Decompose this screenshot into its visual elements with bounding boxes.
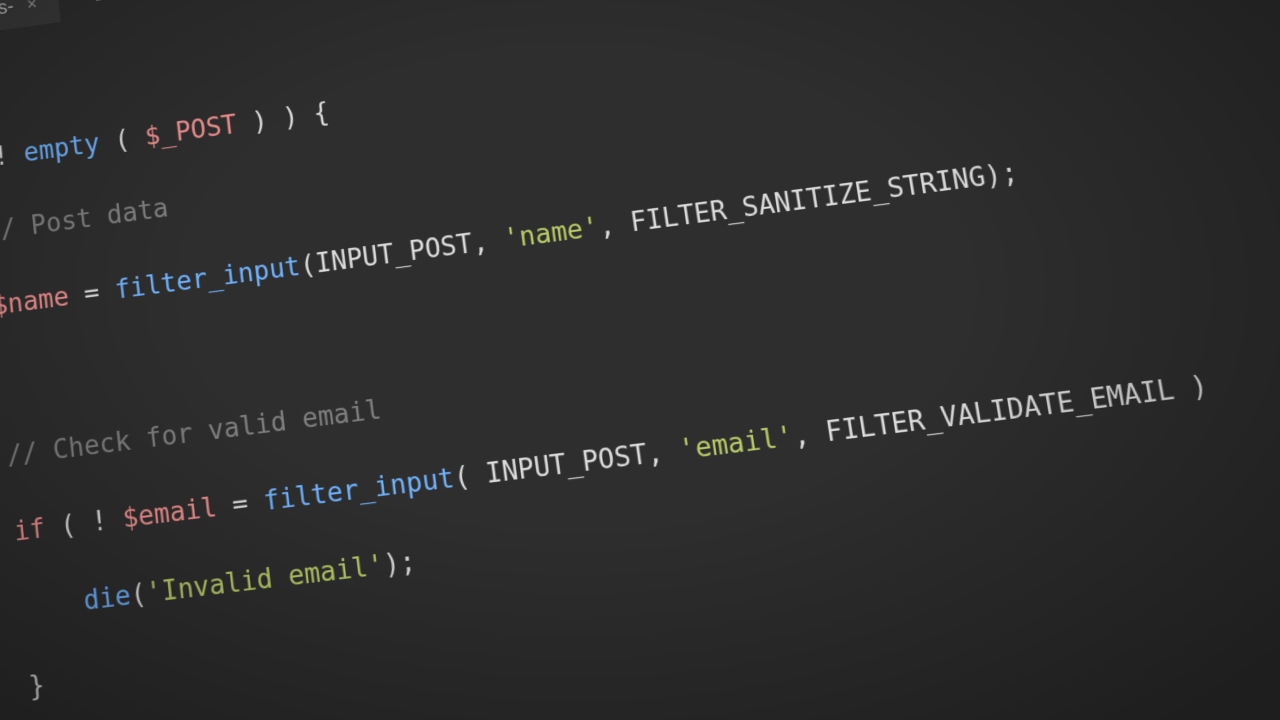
- close-icon[interactable]: ×: [26, 0, 39, 17]
- code-editor[interactable]: 7 8 9 10 11 12 13 14 15 16 17 <?php if (…: [0, 0, 1280, 720]
- editor-window: Run Tools 3-create-tables- × 11-form-to-…: [0, 0, 1280, 720]
- code-area[interactable]: <?php if ( ! empty ( $_POST ) ) { // Pos…: [0, 0, 1280, 720]
- tilted-surface: Run Tools 3-create-tables- × 11-form-to-…: [0, 0, 1280, 720]
